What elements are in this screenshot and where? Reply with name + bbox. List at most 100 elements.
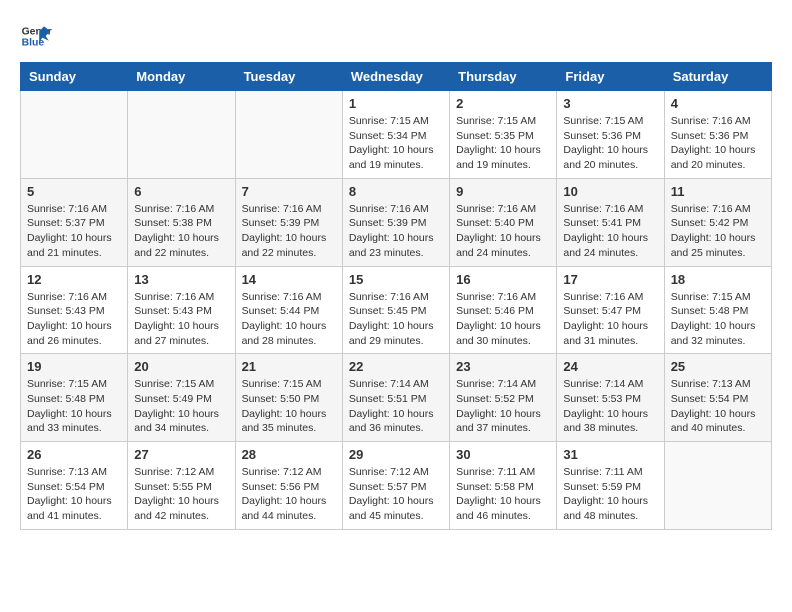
day-number: 31 [563, 447, 657, 462]
day-info: Sunrise: 7:13 AMSunset: 5:54 PMDaylight:… [671, 377, 765, 436]
calendar-cell: 23 Sunrise: 7:14 AMSunset: 5:52 PMDayligh… [450, 354, 557, 442]
day-info: Sunrise: 7:14 AMSunset: 5:51 PMDaylight:… [349, 377, 443, 436]
calendar-cell: 26 Sunrise: 7:13 AMSunset: 5:54 PMDayligh… [21, 442, 128, 530]
day-info: Sunrise: 7:16 AMSunset: 5:46 PMDaylight:… [456, 290, 550, 349]
day-info: Sunrise: 7:14 AMSunset: 5:52 PMDaylight:… [456, 377, 550, 436]
calendar-cell: 2 Sunrise: 7:15 AMSunset: 5:35 PMDaylight… [450, 91, 557, 179]
calendar-cell: 21 Sunrise: 7:15 AMSunset: 5:50 PMDayligh… [235, 354, 342, 442]
calendar-cell: 18Sunrise: 7:15 AMSunset: 5:48 PMDayligh… [664, 266, 771, 354]
page-header: General Blue [20, 20, 772, 52]
col-header-saturday: Saturday [664, 63, 771, 91]
calendar-week-row: 12 Sunrise: 7:16 AMSunset: 5:43 PMDayligh… [21, 266, 772, 354]
calendar-cell: 12 Sunrise: 7:16 AMSunset: 5:43 PMDayligh… [21, 266, 128, 354]
calendar-cell: 31 Sunrise: 7:11 AMSunset: 5:59 PMDayligh… [557, 442, 664, 530]
calendar-cell: 22 Sunrise: 7:14 AMSunset: 5:51 PMDayligh… [342, 354, 449, 442]
calendar-week-row: 26 Sunrise: 7:13 AMSunset: 5:54 PMDayligh… [21, 442, 772, 530]
calendar-cell: 24Sunrise: 7:14 AMSunset: 5:53 PMDayligh… [557, 354, 664, 442]
day-number: 28 [242, 447, 336, 462]
day-number: 30 [456, 447, 550, 462]
day-info: Sunrise: 7:15 AMSunset: 5:48 PMDaylight:… [671, 290, 765, 349]
day-info: Sunrise: 7:15 AMSunset: 5:35 PMDaylight:… [456, 114, 550, 173]
logo-icon: General Blue [20, 20, 52, 52]
day-info: Sunrise: 7:16 AMSunset: 5:42 PMDaylight:… [671, 202, 765, 261]
calendar-cell: 27 Sunrise: 7:12 AMSunset: 5:55 PMDayligh… [128, 442, 235, 530]
calendar-week-row: 19Sunrise: 7:15 AMSunset: 5:48 PMDayligh… [21, 354, 772, 442]
logo: General Blue [20, 20, 52, 52]
calendar-cell: 4 Sunrise: 7:16 AMSunset: 5:36 PMDaylight… [664, 91, 771, 179]
day-info: Sunrise: 7:16 AMSunset: 5:43 PMDaylight:… [134, 290, 228, 349]
day-number: 5 [27, 184, 121, 199]
day-info: Sunrise: 7:15 AMSunset: 5:49 PMDaylight:… [134, 377, 228, 436]
calendar-week-row: 5 Sunrise: 7:16 AMSunset: 5:37 PMDaylight… [21, 178, 772, 266]
calendar-cell: 7Sunrise: 7:16 AMSunset: 5:39 PMDaylight… [235, 178, 342, 266]
calendar-cell: 30 Sunrise: 7:11 AMSunset: 5:58 PMDayligh… [450, 442, 557, 530]
calendar-cell: 29 Sunrise: 7:12 AMSunset: 5:57 PMDayligh… [342, 442, 449, 530]
col-header-sunday: Sunday [21, 63, 128, 91]
calendar-cell: 20 Sunrise: 7:15 AMSunset: 5:49 PMDayligh… [128, 354, 235, 442]
day-number: 17 [563, 272, 657, 287]
col-header-friday: Friday [557, 63, 664, 91]
day-number: 1 [349, 96, 443, 111]
calendar-cell: 15 Sunrise: 7:16 AMSunset: 5:45 PMDayligh… [342, 266, 449, 354]
col-header-monday: Monday [128, 63, 235, 91]
calendar-cell [21, 91, 128, 179]
calendar-cell: 14 Sunrise: 7:16 AMSunset: 5:44 PMDayligh… [235, 266, 342, 354]
day-number: 29 [349, 447, 443, 462]
col-header-tuesday: Tuesday [235, 63, 342, 91]
day-info: Sunrise: 7:16 AMSunset: 5:36 PMDaylight:… [671, 114, 765, 173]
day-info: Sunrise: 7:16 AMSunset: 5:45 PMDaylight:… [349, 290, 443, 349]
calendar-cell: 3Sunrise: 7:15 AMSunset: 5:36 PMDaylight… [557, 91, 664, 179]
day-info: Sunrise: 7:16 AMSunset: 5:41 PMDaylight:… [563, 202, 657, 261]
day-number: 15 [349, 272, 443, 287]
day-number: 6 [134, 184, 228, 199]
day-number: 21 [242, 359, 336, 374]
day-number: 27 [134, 447, 228, 462]
day-number: 2 [456, 96, 550, 111]
day-info: Sunrise: 7:16 AMSunset: 5:37 PMDaylight:… [27, 202, 121, 261]
calendar-cell: 6Sunrise: 7:16 AMSunset: 5:38 PMDaylight… [128, 178, 235, 266]
day-number: 11 [671, 184, 765, 199]
calendar-cell: 5 Sunrise: 7:16 AMSunset: 5:37 PMDaylight… [21, 178, 128, 266]
calendar-cell: 1 Sunrise: 7:15 AMSunset: 5:34 PMDaylight… [342, 91, 449, 179]
day-info: Sunrise: 7:16 AMSunset: 5:39 PMDaylight:… [242, 202, 336, 261]
calendar-cell: 16 Sunrise: 7:16 AMSunset: 5:46 PMDayligh… [450, 266, 557, 354]
day-number: 8 [349, 184, 443, 199]
calendar-table: SundayMondayTuesdayWednesdayThursdayFrid… [20, 62, 772, 530]
day-info: Sunrise: 7:12 AMSunset: 5:57 PMDaylight:… [349, 465, 443, 524]
day-number: 16 [456, 272, 550, 287]
day-number: 12 [27, 272, 121, 287]
calendar-cell: 17Sunrise: 7:16 AMSunset: 5:47 PMDayligh… [557, 266, 664, 354]
calendar-cell: 11 Sunrise: 7:16 AMSunset: 5:42 PMDayligh… [664, 178, 771, 266]
day-info: Sunrise: 7:15 AMSunset: 5:36 PMDaylight:… [563, 114, 657, 173]
day-number: 20 [134, 359, 228, 374]
day-number: 23 [456, 359, 550, 374]
day-info: Sunrise: 7:15 AMSunset: 5:48 PMDaylight:… [27, 377, 121, 436]
day-info: Sunrise: 7:15 AMSunset: 5:50 PMDaylight:… [242, 377, 336, 436]
day-info: Sunrise: 7:11 AMSunset: 5:58 PMDaylight:… [456, 465, 550, 524]
calendar-cell: 10 Sunrise: 7:16 AMSunset: 5:41 PMDayligh… [557, 178, 664, 266]
day-number: 9 [456, 184, 550, 199]
day-info: Sunrise: 7:11 AMSunset: 5:59 PMDaylight:… [563, 465, 657, 524]
calendar-cell [128, 91, 235, 179]
day-number: 4 [671, 96, 765, 111]
col-header-thursday: Thursday [450, 63, 557, 91]
day-info: Sunrise: 7:15 AMSunset: 5:34 PMDaylight:… [349, 114, 443, 173]
calendar-cell: 19Sunrise: 7:15 AMSunset: 5:48 PMDayligh… [21, 354, 128, 442]
col-header-wednesday: Wednesday [342, 63, 449, 91]
calendar-cell: 9Sunrise: 7:16 AMSunset: 5:40 PMDaylight… [450, 178, 557, 266]
calendar-header-row: SundayMondayTuesdayWednesdayThursdayFrid… [21, 63, 772, 91]
day-number: 13 [134, 272, 228, 287]
calendar-week-row: 1 Sunrise: 7:15 AMSunset: 5:34 PMDaylight… [21, 91, 772, 179]
day-number: 22 [349, 359, 443, 374]
calendar-cell: 13 Sunrise: 7:16 AMSunset: 5:43 PMDayligh… [128, 266, 235, 354]
calendar-cell: 25Sunrise: 7:13 AMSunset: 5:54 PMDayligh… [664, 354, 771, 442]
day-info: Sunrise: 7:14 AMSunset: 5:53 PMDaylight:… [563, 377, 657, 436]
day-number: 26 [27, 447, 121, 462]
day-info: Sunrise: 7:13 AMSunset: 5:54 PMDaylight:… [27, 465, 121, 524]
day-info: Sunrise: 7:16 AMSunset: 5:44 PMDaylight:… [242, 290, 336, 349]
day-info: Sunrise: 7:16 AMSunset: 5:43 PMDaylight:… [27, 290, 121, 349]
calendar-cell: 28Sunrise: 7:12 AMSunset: 5:56 PMDayligh… [235, 442, 342, 530]
day-number: 14 [242, 272, 336, 287]
day-number: 10 [563, 184, 657, 199]
day-info: Sunrise: 7:12 AMSunset: 5:55 PMDaylight:… [134, 465, 228, 524]
